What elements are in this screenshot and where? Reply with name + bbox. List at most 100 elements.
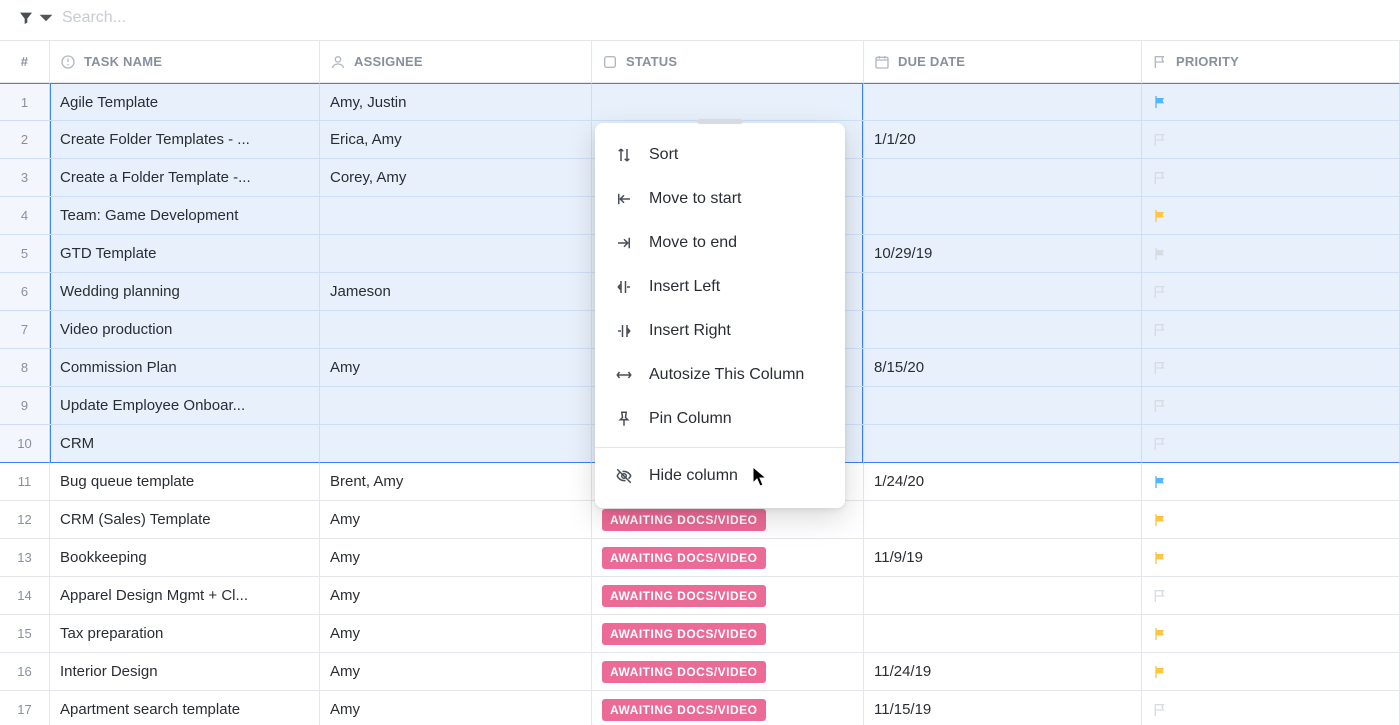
due-date-cell[interactable]	[864, 425, 1142, 463]
col-header-status[interactable]: STATUS	[592, 41, 864, 83]
assignee-cell[interactable]: Brent, Amy	[320, 463, 592, 501]
task-name-cell[interactable]: Agile Template	[50, 83, 320, 121]
task-name-cell[interactable]: Apartment search template	[50, 691, 320, 725]
priority-flag-icon[interactable]	[1152, 664, 1168, 680]
row-number-cell[interactable]: 6	[0, 273, 50, 311]
assignee-cell[interactable]: Amy	[320, 615, 592, 653]
priority-cell[interactable]	[1142, 577, 1400, 615]
priority-cell[interactable]	[1142, 273, 1400, 311]
task-name-cell[interactable]: Tax preparation	[50, 615, 320, 653]
assignee-cell[interactable]: Amy	[320, 501, 592, 539]
col-header-number[interactable]: #	[0, 41, 50, 83]
status-badge[interactable]: AWAITING DOCS/VIDEO	[602, 699, 766, 721]
due-date-cell[interactable]	[864, 387, 1142, 425]
ctx-hide-column[interactable]: Hide column	[595, 454, 845, 498]
task-name-cell[interactable]: Video production	[50, 311, 320, 349]
assignee-cell[interactable]	[320, 235, 592, 273]
task-name-cell[interactable]: Update Employee Onboar...	[50, 387, 320, 425]
priority-flag-icon[interactable]	[1152, 208, 1168, 224]
table-row[interactable]: 15Tax preparationAmyAWAITING DOCS/VIDEO	[0, 615, 1400, 653]
priority-flag-icon[interactable]	[1152, 588, 1168, 604]
task-name-cell[interactable]: Apparel Design Mgmt + Cl...	[50, 577, 320, 615]
due-date-cell[interactable]: 11/15/19	[864, 691, 1142, 725]
row-number-cell[interactable]: 8	[0, 349, 50, 387]
col-header-assignee[interactable]: ASSIGNEE	[320, 41, 592, 83]
filter-button[interactable]	[18, 10, 54, 26]
due-date-cell[interactable]: 1/24/20	[864, 463, 1142, 501]
due-date-cell[interactable]: 1/1/20	[864, 121, 1142, 159]
priority-flag-icon[interactable]	[1152, 284, 1168, 300]
ctx-sort[interactable]: Sort	[595, 133, 845, 177]
priority-flag-icon[interactable]	[1152, 132, 1168, 148]
row-number-cell[interactable]: 2	[0, 121, 50, 159]
due-date-cell[interactable]	[864, 311, 1142, 349]
row-number-cell[interactable]: 14	[0, 577, 50, 615]
due-date-cell[interactable]: 11/24/19	[864, 653, 1142, 691]
task-name-cell[interactable]: Bug queue template	[50, 463, 320, 501]
assignee-cell[interactable]	[320, 425, 592, 463]
status-badge[interactable]: AWAITING DOCS/VIDEO	[602, 509, 766, 531]
priority-flag-icon[interactable]	[1152, 170, 1168, 186]
assignee-cell[interactable]	[320, 387, 592, 425]
task-name-cell[interactable]: GTD Template	[50, 235, 320, 273]
status-cell[interactable]: AWAITING DOCS/VIDEO	[592, 691, 864, 725]
assignee-cell[interactable]: Amy	[320, 653, 592, 691]
row-number-cell[interactable]: 12	[0, 501, 50, 539]
table-row[interactable]: 14Apparel Design Mgmt + Cl...AmyAWAITING…	[0, 577, 1400, 615]
priority-flag-icon[interactable]	[1152, 436, 1168, 452]
row-number-cell[interactable]: 1	[0, 83, 50, 121]
status-cell[interactable]: AWAITING DOCS/VIDEO	[592, 653, 864, 691]
col-header-due-date[interactable]: DUE DATE	[864, 41, 1142, 83]
status-cell[interactable]: AWAITING DOCS/VIDEO	[592, 615, 864, 653]
row-number-cell[interactable]: 7	[0, 311, 50, 349]
row-number-cell[interactable]: 10	[0, 425, 50, 463]
assignee-cell[interactable]: Amy	[320, 577, 592, 615]
search-input[interactable]	[62, 9, 362, 27]
priority-cell[interactable]	[1142, 121, 1400, 159]
row-number-cell[interactable]: 4	[0, 197, 50, 235]
task-name-cell[interactable]: Wedding planning	[50, 273, 320, 311]
priority-cell[interactable]	[1142, 235, 1400, 273]
priority-flag-icon[interactable]	[1152, 474, 1168, 490]
task-name-cell[interactable]: Create Folder Templates - ...	[50, 121, 320, 159]
priority-cell[interactable]	[1142, 691, 1400, 725]
priority-flag-icon[interactable]	[1152, 246, 1168, 262]
priority-flag-icon[interactable]	[1152, 322, 1168, 338]
due-date-cell[interactable]	[864, 615, 1142, 653]
priority-cell[interactable]	[1142, 425, 1400, 463]
assignee-cell[interactable]	[320, 197, 592, 235]
table-row[interactable]: 1Agile TemplateAmy, Justin	[0, 83, 1400, 121]
status-badge[interactable]: AWAITING DOCS/VIDEO	[602, 661, 766, 683]
assignee-cell[interactable]	[320, 311, 592, 349]
priority-cell[interactable]	[1142, 159, 1400, 197]
priority-flag-icon[interactable]	[1152, 550, 1168, 566]
status-badge[interactable]: AWAITING DOCS/VIDEO	[602, 623, 766, 645]
priority-cell[interactable]	[1142, 615, 1400, 653]
status-badge[interactable]: AWAITING DOCS/VIDEO	[602, 547, 766, 569]
ctx-autosize[interactable]: Autosize This Column	[595, 353, 845, 397]
assignee-cell[interactable]: Amy, Justin	[320, 83, 592, 121]
task-name-cell[interactable]: Interior Design	[50, 653, 320, 691]
due-date-cell[interactable]	[864, 577, 1142, 615]
priority-cell[interactable]	[1142, 311, 1400, 349]
priority-cell[interactable]	[1142, 539, 1400, 577]
due-date-cell[interactable]	[864, 501, 1142, 539]
due-date-cell[interactable]: 10/29/19	[864, 235, 1142, 273]
ctx-move-to-start[interactable]: Move to start	[595, 177, 845, 221]
task-name-cell[interactable]: CRM (Sales) Template	[50, 501, 320, 539]
ctx-insert-left[interactable]: Insert Left	[595, 265, 845, 309]
priority-cell[interactable]	[1142, 463, 1400, 501]
assignee-cell[interactable]: Corey, Amy	[320, 159, 592, 197]
row-number-cell[interactable]: 9	[0, 387, 50, 425]
due-date-cell[interactable]	[864, 83, 1142, 121]
due-date-cell[interactable]	[864, 273, 1142, 311]
task-name-cell[interactable]: Commission Plan	[50, 349, 320, 387]
priority-flag-icon[interactable]	[1152, 398, 1168, 414]
priority-cell[interactable]	[1142, 387, 1400, 425]
status-cell[interactable]: AWAITING DOCS/VIDEO	[592, 577, 864, 615]
due-date-cell[interactable]	[864, 197, 1142, 235]
table-row[interactable]: 13BookkeepingAmyAWAITING DOCS/VIDEO11/9/…	[0, 539, 1400, 577]
assignee-cell[interactable]: Jameson	[320, 273, 592, 311]
row-number-cell[interactable]: 11	[0, 463, 50, 501]
due-date-cell[interactable]: 11/9/19	[864, 539, 1142, 577]
